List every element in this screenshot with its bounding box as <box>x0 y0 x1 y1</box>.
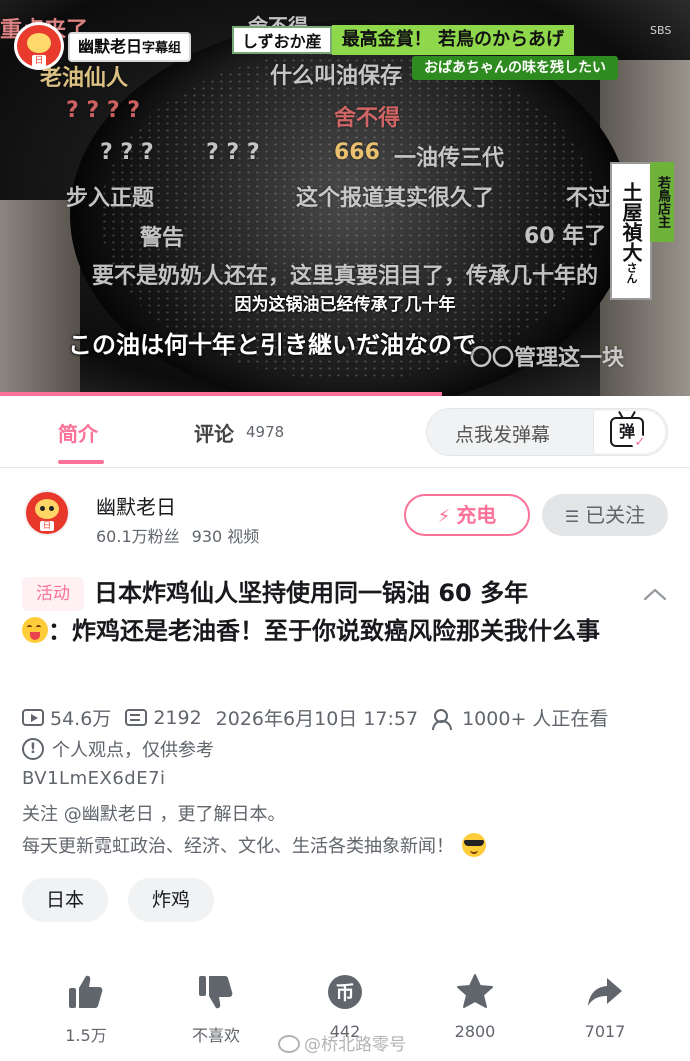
danmaku-input[interactable]: 点我发弹幕 弹 ✓ <box>426 408 668 456</box>
publish-date: 2026年6月10日 17:57 <box>215 708 419 730</box>
thumbs-up-icon <box>69 975 103 1008</box>
ticker-origin: しずおか産 <box>232 26 332 54</box>
video-meta-row: 54.6万 2192 2026年6月10日 17:57 1000+ 人正在看 <box>22 704 608 731</box>
watching-count: 1000+ 人正在看 <box>462 708 609 730</box>
charge-button[interactable]: ⚡ 充电 <box>404 494 530 536</box>
comments-count: 4978 <box>246 423 285 441</box>
caption-chinese: 因为这锅油已经传承了几十年 <box>234 295 456 315</box>
caption-japanese: この油は何十年と引き継いだ油なので <box>68 331 476 359</box>
tab-intro[interactable]: 简介 <box>58 418 98 447</box>
share-button[interactable]: 7017 <box>560 972 650 1041</box>
uploader-name[interactable]: 幽默老日 <box>96 491 176 520</box>
share-arrow-icon <box>588 978 622 1006</box>
channel-logo-label: 幽默老日字幕组 <box>68 32 192 62</box>
ticker-subtitle: おばあちゃんの味を残したい <box>412 56 618 80</box>
danmaku-comment: 警告 <box>140 226 185 251</box>
danmaku-comment: ? ? ? <box>206 140 260 165</box>
channel-logo-badge: 日 幽默老日字幕组 <box>14 22 214 70</box>
thumbs-down-icon <box>199 976 233 1009</box>
interviewee-name-plate: 土屋禎大さん <box>610 162 652 300</box>
danmaku-count: 2192 <box>153 706 202 729</box>
tag-chip[interactable]: 炸鸡 <box>128 878 215 922</box>
danmaku-comment: 舍不得 <box>334 106 401 131</box>
video-description: 关注 @幽默老日 ，更了解日本。 每天更新霓虹政治、经济、文化、生活各类抽象新闻… <box>22 799 486 863</box>
follow-button[interactable]: ☰ 已关注 <box>542 494 668 536</box>
news-ticker: しずおか産 最高金賞！ 若鳥のからあげ <box>232 25 574 55</box>
star-icon <box>457 974 493 1008</box>
description-line: 每天更新霓虹政治、经济、文化、生活各类抽象新闻！ <box>22 836 454 857</box>
warning-icon: ! <box>22 738 44 760</box>
favorite-button[interactable]: 2800 <box>430 972 520 1041</box>
lightning-icon: ⚡ <box>437 506 451 527</box>
svg-text:币: 币 <box>335 982 354 1004</box>
danmaku-comment: ? ? ? ? <box>66 98 141 123</box>
daruma-logo-icon: 日 <box>14 22 64 70</box>
ticker-headline: 最高金賞！ 若鳥のからあげ <box>331 25 574 55</box>
video-title: 活动 日本炸鸡仙人坚持使用同一锅油 60 多年 ：炸鸡还是老油香！至于你说致癌风险那… <box>22 574 632 650</box>
danmaku-comment: 步入正题 <box>66 186 155 211</box>
danmaku-comment: 〇〇管理这一块 <box>470 346 625 371</box>
danmaku-comment: ? ? ? <box>100 140 154 165</box>
danmaku-comment: 666 <box>334 140 380 165</box>
video-count: 930 视频 <box>191 527 260 546</box>
interviewee-role-plate: 若鳥店主 <box>650 162 674 242</box>
tab-comments[interactable]: 评论 <box>194 418 234 447</box>
danmaku-placeholder: 点我发弹幕 <box>455 424 551 446</box>
activity-tag[interactable]: 活动 <box>22 577 84 611</box>
danmaku-comment: 要不是奶奶人还在，这里真要泪目了，传承几十年的 <box>92 264 599 289</box>
menu-lines-icon: ☰ <box>564 507 580 526</box>
video-player[interactable]: 重点来了 舍不得 老油仙人 什么叫油保存 ? ? ? ? 舍不得 ? ? ? ?… <box>0 0 690 396</box>
chevron-up-icon[interactable] <box>642 582 668 608</box>
yum-emoji-icon <box>22 617 48 643</box>
danmaku-comment: 一油传三代 <box>394 146 505 171</box>
danmaku-comment: 60 年了 <box>524 224 607 249</box>
play-count-icon <box>22 709 44 726</box>
content-tabs: 简介 评论 4978 点我发弹幕 弹 ✓ <box>0 396 690 468</box>
active-tab-indicator <box>58 460 104 464</box>
like-button[interactable]: 1.5万 <box>41 972 131 1046</box>
fans-count: 60.1万粉丝 <box>96 527 180 546</box>
notice-text: 个人观点，仅供参考 <box>52 740 214 761</box>
dislike-button[interactable]: 不喜欢 <box>171 972 261 1046</box>
bvid: BV1LmEX6dE7i <box>22 768 166 789</box>
notice-row: ! 个人观点，仅供参考 <box>22 736 214 762</box>
sunglasses-emoji-icon <box>462 833 486 857</box>
uploader-stats: 60.1万粉丝 930 视频 <box>96 523 259 547</box>
weibo-logo-icon <box>278 1035 300 1053</box>
tag-chip[interactable]: 日本 <box>22 878 109 922</box>
danmaku-comment: 什么叫油保存 <box>270 64 403 89</box>
coin-icon: 币 <box>328 975 362 1009</box>
broadcaster-logo: SBS <box>650 24 672 37</box>
people-icon <box>432 708 456 730</box>
weibo-watermark: @桥北路零号 <box>278 1030 406 1055</box>
danmaku-count-icon <box>125 709 148 726</box>
danmaku-toggle-button[interactable]: 弹 ✓ <box>593 411 665 453</box>
description-line: 关注 @幽默老日 ，更了解日本。 <box>22 804 286 825</box>
danmaku-tv-icon: 弹 ✓ <box>610 417 648 451</box>
danmaku-comment: 这个报道其实很久了 <box>296 186 495 211</box>
view-count: 54.6万 <box>50 708 112 730</box>
uploader-avatar[interactable]: 日 <box>24 490 70 536</box>
check-icon: ✓ <box>632 435 648 451</box>
